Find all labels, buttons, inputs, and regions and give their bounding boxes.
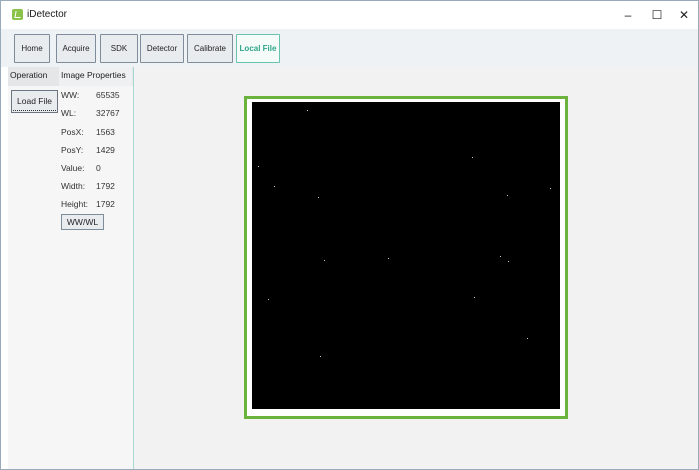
image-speck: [508, 261, 509, 262]
image-speck: [500, 256, 501, 257]
image-viewer[interactable]: [134, 67, 698, 469]
ww-label: WW:: [61, 90, 80, 100]
ww-wl-button[interactable]: WW/WL: [61, 214, 104, 230]
close-button[interactable]: ✕: [669, 7, 699, 23]
tab-operation[interactable]: Operation: [10, 70, 47, 80]
image-speck: [318, 197, 319, 198]
home-button[interactable]: Home: [14, 34, 50, 63]
width-value: 1792: [96, 181, 115, 191]
toolbar: Home Acquire SDK Detector Calibrate Loca…: [1, 29, 698, 67]
posx-value: 1563: [96, 127, 115, 137]
width-label: Width:: [61, 181, 86, 191]
posx-label: PosX:: [61, 127, 84, 137]
app-logo-icon: [12, 9, 23, 20]
image-speck: [268, 299, 269, 300]
image-speck: [474, 297, 475, 298]
wl-value: 32767: [96, 108, 120, 118]
tab-image-properties[interactable]: Image Properties: [61, 70, 126, 80]
load-file-button[interactable]: Load File: [11, 90, 58, 113]
posy-value: 1429: [96, 145, 115, 155]
panel-tabs: Operation Image Properties: [8, 67, 133, 86]
height-label: Height:: [61, 199, 88, 209]
value-label: Value:: [61, 163, 85, 173]
local-file-button[interactable]: Local File: [236, 34, 280, 63]
image-speck: [307, 110, 308, 111]
image-speck: [472, 157, 473, 158]
image-speck: [507, 195, 508, 196]
app-title: iDetector: [27, 9, 68, 20]
image-speck: [550, 188, 551, 189]
maximize-button[interactable]: ☐: [642, 7, 672, 23]
pixel-value: 0: [96, 163, 101, 173]
title-bar: iDetector – ☐ ✕: [1, 1, 698, 29]
image-speck: [527, 338, 528, 339]
image-speck: [320, 356, 321, 357]
height-value: 1792: [96, 199, 115, 209]
detector-button[interactable]: Detector: [140, 34, 184, 63]
calibrate-button[interactable]: Calibrate: [187, 34, 233, 63]
image-canvas[interactable]: [252, 102, 560, 409]
image-speck: [324, 260, 325, 261]
posy-label: PosY:: [61, 145, 84, 155]
image-speck: [274, 186, 275, 187]
sdk-button[interactable]: SDK: [100, 34, 138, 63]
image-speck: [388, 258, 389, 259]
wl-label: WL:: [61, 108, 77, 118]
ww-value: 65535: [96, 90, 120, 100]
left-panel: Operation Image Properties Load File WW:…: [8, 67, 134, 469]
acquire-button[interactable]: Acquire: [56, 34, 96, 63]
image-frame: [244, 96, 568, 419]
minimize-button[interactable]: –: [613, 7, 643, 23]
image-speck: [258, 166, 259, 167]
